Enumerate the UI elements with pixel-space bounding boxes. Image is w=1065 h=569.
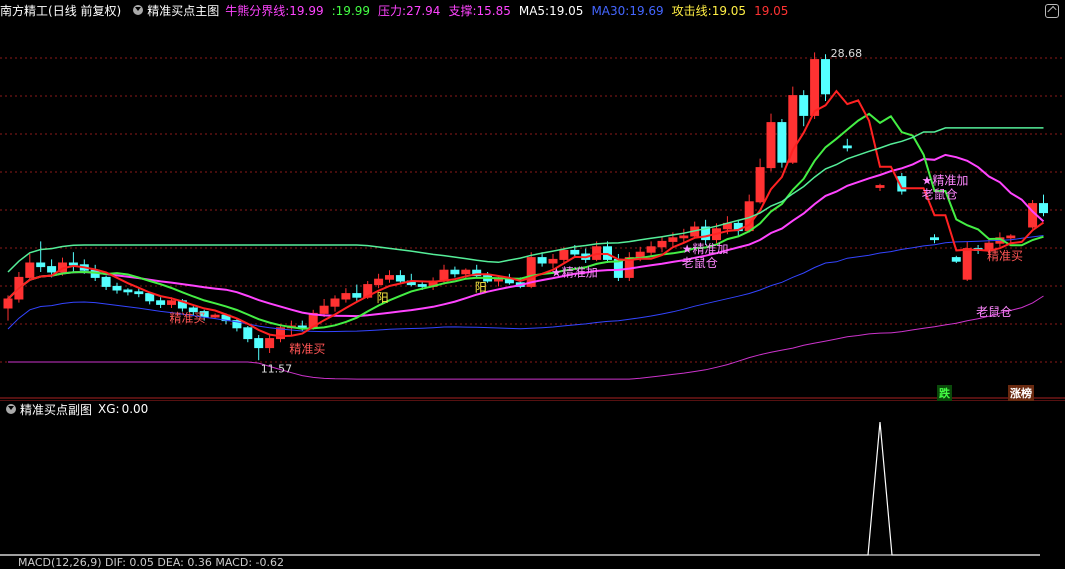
candle-body: [352, 293, 362, 298]
xg-signal-line: [0, 421, 1040, 556]
low-price-label: 11.57: [261, 363, 293, 376]
period-label: (日线 前复权): [48, 3, 122, 18]
stock-name: 南方精工: [0, 3, 49, 18]
candle-body: [167, 300, 176, 305]
signal-yang: 阳: [377, 291, 389, 305]
candle-body: [156, 300, 166, 305]
signal-add: ★精准加: [682, 242, 729, 256]
indicator-value-2: 压力:27.94: [378, 3, 441, 18]
signal-mouse: 老鼠仓: [976, 305, 1012, 319]
candle-body: [1006, 235, 1016, 239]
signal-mouse: 老鼠仓: [922, 187, 958, 201]
candle-body: [374, 278, 384, 286]
candle-body: [1039, 203, 1048, 214]
candle-body: [145, 293, 155, 302]
maximize-icon[interactable]: [1045, 4, 1059, 18]
candle-body: [842, 145, 852, 149]
candle-body: [134, 291, 144, 295]
candle-body: [450, 269, 460, 275]
candle-body: [101, 276, 111, 287]
candle-body: [657, 240, 667, 248]
candle-body: [548, 258, 558, 264]
indicator-value-6: 攻击线:19.05: [671, 3, 747, 18]
candle-body: [461, 269, 471, 275]
candle-body: [254, 338, 264, 349]
fall-tag: 跌: [937, 385, 952, 401]
attack-line: [7, 89, 1045, 338]
macd-header: MACD(12,26,9) DIF: 0.05 DEA: 0.36 MACD: …: [0, 555, 1065, 569]
candle-body: [755, 167, 765, 203]
candle-body: [679, 235, 689, 239]
candle-body: [330, 298, 340, 307]
candle-body: [36, 262, 46, 268]
candle-body: [68, 262, 78, 266]
pressure-line: [7, 127, 1044, 273]
sub-indicator-chart[interactable]: [0, 400, 1065, 557]
signal-buy: 精准买: [289, 342, 325, 356]
candle-body: [341, 293, 351, 300]
candle-body: [875, 185, 885, 188]
candle-body: [821, 59, 830, 95]
candle-body: [123, 289, 133, 293]
rise-tag: 涨榜: [1008, 385, 1034, 401]
candle-body: [646, 246, 656, 253]
bull-bear-line: [7, 153, 1045, 318]
indicator-name[interactable]: 精准买点主图: [147, 2, 219, 19]
indicator-value-0: 牛熊分界线:19.99: [225, 3, 324, 18]
candle-body: [668, 237, 678, 242]
candle-body: [319, 305, 329, 314]
candle-body: [112, 285, 122, 291]
candle-body: [537, 257, 547, 264]
candle-body: [810, 59, 820, 116]
signal-add: ★精准加: [551, 265, 598, 279]
candle-body: [951, 257, 961, 262]
macd-text: MACD(12,26,9) DIF: 0.05 DEA: 0.36 MACD: …: [18, 555, 284, 569]
candle-body: [243, 327, 253, 340]
candle-body: [25, 262, 35, 278]
candle-body: [417, 284, 427, 287]
indicator-value-5: MA30:19.69: [591, 3, 664, 18]
indicator-value-7: 19.05: [754, 3, 789, 18]
indicator-value-4: MA5:19.05: [518, 3, 584, 18]
main-chart-header: 南方精工 (日线 前复权) 精准买点主图 牛熊分界线:19.99 :19.99 压力…: [0, 0, 1065, 20]
candle-body: [766, 122, 776, 169]
indicator-value-1: :19.99: [331, 3, 371, 18]
candle-body: [559, 249, 569, 260]
support-floor-line: [8, 295, 1044, 380]
indicator-values: 牛熊分界线:19.99 :19.99 压力:27.94 支撑:15.85 MA5:19.…: [225, 2, 796, 19]
signal-add: ★精准加: [922, 173, 969, 187]
signal-yang: 阳: [475, 280, 487, 294]
signal-buy: 精准买: [170, 311, 206, 325]
candle-body: [962, 248, 972, 280]
candle-body: [265, 338, 275, 349]
candle-body: [570, 249, 580, 255]
indicator-value-3: 支撑:15.85: [448, 3, 511, 18]
candle-body: [395, 275, 405, 282]
candle-body: [777, 122, 787, 163]
high-price-label: 28.68: [831, 47, 863, 60]
main-price-chart[interactable]: 28.6811.57精准买精准买阳阳★精准加★精准加老鼠仓★精准加老鼠仓精准买老…: [0, 20, 1065, 400]
signal-mouse: 老鼠仓: [682, 256, 718, 270]
candle-body: [494, 278, 503, 282]
candle-body: [930, 237, 939, 241]
indicator-dropdown-icon[interactable]: [133, 5, 144, 15]
candle-body: [3, 298, 13, 309]
candle-body: [385, 275, 394, 280]
candle-body: [210, 314, 220, 318]
signal-buy: 精准买: [987, 249, 1023, 263]
candle-body: [504, 278, 514, 284]
candle-body: [799, 95, 809, 116]
candle-body: [47, 266, 57, 273]
